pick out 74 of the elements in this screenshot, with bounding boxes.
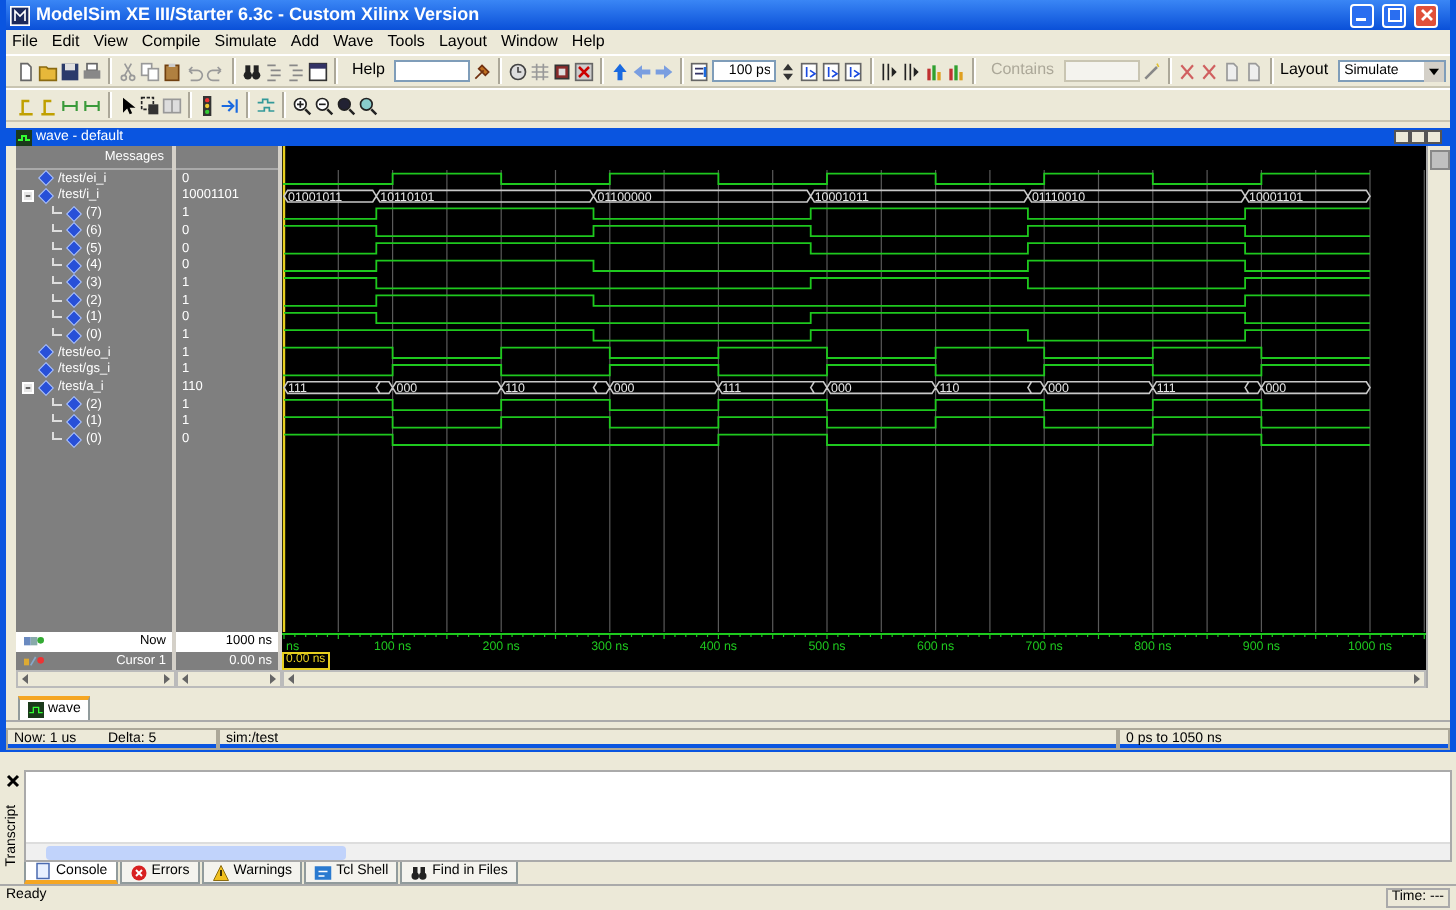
horizontal-scrollbar[interactable] [26, 842, 1450, 861]
marker-icon[interactable] [82, 95, 102, 115]
maximize-icon [1387, 8, 1401, 22]
minimize-button[interactable] [1394, 130, 1410, 144]
help-search-field[interactable] [394, 60, 471, 82]
new-page-icon[interactable] [16, 61, 36, 81]
menu-item[interactable]: Layout [438, 33, 487, 51]
run-icon[interactable] [844, 61, 865, 81]
clock-icon[interactable] [508, 61, 529, 81]
printer-icon[interactable] [82, 61, 102, 81]
menu-item[interactable]: Add [290, 33, 320, 51]
horizontal-scrollbar[interactable] [16, 670, 176, 688]
close-icon [1419, 8, 1433, 22]
binoculars-icon [410, 863, 429, 882]
folder-icon[interactable] [38, 61, 58, 81]
binoculars-icon[interactable] [242, 61, 262, 81]
menu-item[interactable]: Wave [333, 33, 374, 51]
pointer-icon[interactable] [118, 95, 138, 115]
contains-label: Contains [990, 62, 1055, 80]
caret-icon[interactable] [1424, 61, 1445, 81]
wave-step-icon[interactable] [902, 61, 923, 81]
close-icon[interactable] [5, 774, 19, 788]
collapse-icon[interactable] [22, 381, 34, 394]
horizontal-scrollbar[interactable] [176, 670, 282, 688]
cross-icon[interactable] [574, 61, 595, 81]
menu-item[interactable]: Help [571, 33, 605, 51]
window-icon[interactable] [308, 61, 328, 81]
bar-chart-icon[interactable] [924, 61, 945, 81]
maximize-button[interactable] [1382, 3, 1406, 27]
run-icon[interactable] [800, 61, 821, 81]
wave-window-icon [28, 702, 44, 718]
cursor-tools-icon[interactable] [24, 651, 44, 671]
delete-icon[interactable] [1178, 61, 1199, 81]
chip-icon[interactable] [552, 61, 573, 81]
window-title: ModelSim XE III/Starter 6.3c - Custom Xilinx Version [36, 5, 480, 25]
clipboard-icon[interactable] [162, 61, 182, 81]
up-arrow-icon[interactable] [610, 61, 631, 81]
zoom-full-icon[interactable] [336, 95, 356, 115]
menu-item[interactable]: View [93, 33, 128, 51]
vertical-scrollbar[interactable] [1426, 146, 1450, 688]
menu-item[interactable]: Edit [51, 33, 80, 51]
step-icon[interactable] [690, 61, 711, 81]
error-icon [129, 863, 148, 882]
collapse-icon[interactable] [22, 190, 34, 203]
help-label: Help [352, 62, 385, 80]
zoom-out-icon[interactable] [314, 95, 334, 115]
menu-item[interactable]: Tools [387, 33, 425, 51]
console-icon [34, 862, 52, 881]
zoom-cursor-icon[interactable] [358, 95, 378, 115]
zoom-in-icon[interactable] [292, 95, 312, 115]
menu-item[interactable]: Window [500, 33, 558, 51]
horizontal-scrollbar[interactable] [282, 670, 1426, 688]
layout-label: Layout [1280, 62, 1329, 80]
document-icon[interactable] [1222, 61, 1243, 81]
bar-chart-icon[interactable] [946, 61, 967, 81]
arrow-to-line-icon[interactable] [220, 95, 240, 115]
document-icon[interactable] [1244, 61, 1265, 81]
zoom-box-icon[interactable] [140, 95, 160, 115]
warning-icon [211, 863, 230, 882]
run-icon[interactable] [822, 61, 843, 81]
wave-window-icon [16, 129, 32, 145]
compare-icon[interactable] [256, 95, 276, 115]
menu-item[interactable]: File [12, 33, 38, 51]
wand-icon[interactable] [1142, 61, 1163, 81]
marker-icon[interactable] [60, 95, 80, 115]
menu-item[interactable]: Compile [141, 33, 201, 51]
app-logo-icon [10, 5, 30, 25]
wave-step-icon[interactable] [880, 61, 901, 81]
delete-icon[interactable] [1200, 61, 1221, 81]
menu-item[interactable]: Simulate [214, 33, 277, 51]
restore-button[interactable] [1410, 130, 1426, 144]
cursor-line[interactable] [282, 146, 286, 632]
tcl-icon [314, 863, 333, 882]
close-button[interactable] [1426, 130, 1442, 144]
